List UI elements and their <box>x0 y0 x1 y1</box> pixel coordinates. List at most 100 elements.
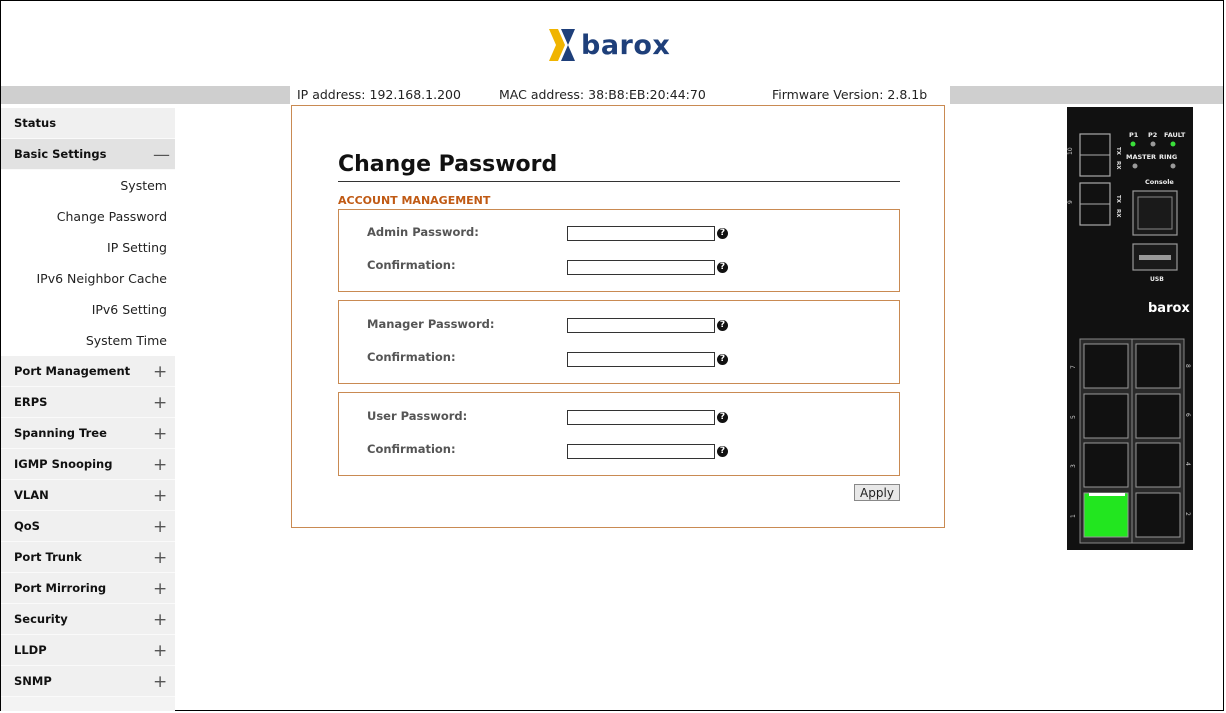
help-icon[interactable]: ? <box>717 446 728 457</box>
expand-icon[interactable]: + <box>153 393 167 413</box>
expand-icon[interactable]: + <box>153 424 167 444</box>
fault-label: FAULT <box>1164 131 1186 139</box>
rx-label: RX <box>1115 209 1121 218</box>
sidebar-item-qos[interactable]: QoS + <box>1 511 175 542</box>
sfp-top-label: 10 <box>1067 147 1074 155</box>
user-password-input[interactable] <box>567 410 715 425</box>
user-password-group: User Password: ? Confirmation: ? <box>338 392 900 476</box>
sidebar-subitem-label: IPv6 Setting <box>91 302 167 317</box>
console-label: Console <box>1145 178 1174 186</box>
barox-logo: barox <box>549 23 670 67</box>
tx-label: TX <box>1115 195 1121 204</box>
apply-button[interactable]: Apply <box>854 484 900 501</box>
sidebar-item-label: Port Trunk <box>14 550 82 564</box>
manager-password-group: Manager Password: ? Confirmation: ? <box>338 300 900 384</box>
sidebar-item-label: Status <box>14 116 57 130</box>
sidebar-subitem-label: Change Password <box>56 209 167 224</box>
sidebar-item-label: Port Mirroring <box>14 581 107 595</box>
port-label: 5 <box>1070 415 1077 419</box>
help-icon[interactable]: ? <box>717 320 728 331</box>
sidebar-item-snmp[interactable]: SNMP + <box>1 666 175 697</box>
help-icon[interactable]: ? <box>717 228 728 239</box>
brand-name: barox <box>581 29 671 61</box>
fault-led <box>1170 141 1176 147</box>
ring-led <box>1170 163 1176 169</box>
manager-password-input[interactable] <box>567 318 715 333</box>
ethernet-port <box>1083 393 1129 439</box>
switch-front-panel: 10 9 TX RX TX RX P1 P2 FAULT MASTER RING… <box>1067 131 1191 544</box>
sidebar-item-basic-settings[interactable]: Basic Settings — <box>1 139 175 170</box>
sidebar-subitem-ipv6-setting[interactable]: IPv6 Setting <box>1 294 175 325</box>
user-confirm-label: Confirmation: <box>367 442 456 456</box>
expand-icon[interactable]: + <box>153 455 167 475</box>
p2-led <box>1150 141 1156 147</box>
sidebar-item-security[interactable]: Security + <box>1 604 175 635</box>
ethernet-port <box>1083 442 1129 488</box>
ethernet-port <box>1135 393 1181 439</box>
user-password-label: User Password: <box>367 409 468 423</box>
sidebar-subitem-change-password[interactable]: Change Password <box>1 201 175 232</box>
master-label: MASTER <box>1126 153 1156 161</box>
mac-address: MAC address: 38:B8:EB:20:44:70 <box>499 87 706 102</box>
port-label: 4 <box>1184 462 1191 466</box>
rx-label: RX <box>1115 161 1121 170</box>
sidebar-subitem-ipv6-neighbor-cache[interactable]: IPv6 Neighbor Cache <box>1 263 175 294</box>
ethernet-port <box>1135 343 1181 389</box>
port-label: 1 <box>1070 514 1077 518</box>
help-icon[interactable]: ? <box>717 262 728 273</box>
sidebar-item-erps[interactable]: ERPS + <box>1 387 175 418</box>
ethernet-port <box>1135 442 1181 488</box>
expand-icon[interactable]: + <box>153 362 167 382</box>
sidebar-subitem-ip-setting[interactable]: IP Setting <box>1 232 175 263</box>
sidebar-item-label: SNMP <box>14 674 52 688</box>
expand-icon[interactable]: + <box>153 641 167 661</box>
expand-icon[interactable]: + <box>153 486 167 506</box>
sidebar-subitem-system[interactable]: System <box>1 170 175 201</box>
sidebar-item-igmp-snooping[interactable]: IGMP Snooping + <box>1 449 175 480</box>
sidebar-item-vlan[interactable]: VLAN + <box>1 480 175 511</box>
admin-confirm-input[interactable] <box>567 260 715 275</box>
manager-confirm-input[interactable] <box>567 352 715 367</box>
sidebar-item-port-management[interactable]: Port Management + <box>1 356 175 387</box>
p1-led <box>1130 141 1136 147</box>
sidebar-subitem-system-time[interactable]: System Time <box>1 325 175 356</box>
sidebar-item-label: Spanning Tree <box>14 426 107 440</box>
sidebar-item-port-mirroring[interactable]: Port Mirroring + <box>1 573 175 604</box>
ethernet-ports <box>1079 338 1185 544</box>
collapse-icon[interactable]: — <box>153 145 170 165</box>
master-led <box>1132 163 1138 169</box>
sidebar-item-label: Security <box>14 612 68 626</box>
port-label: 7 <box>1070 365 1077 369</box>
manager-confirm-label: Confirmation: <box>367 350 456 364</box>
ethernet-port <box>1083 343 1129 389</box>
admin-password-group: Admin Password: ? Confirmation: ? <box>338 209 900 292</box>
info-bar: IP address: 192.168.1.200 MAC address: 3… <box>1 86 1223 104</box>
port-label: 6 <box>1184 413 1191 417</box>
help-icon[interactable]: ? <box>717 354 728 365</box>
sidebar-subitem-label: System Time <box>85 333 167 348</box>
port-label: 2 <box>1184 512 1191 516</box>
expand-icon[interactable]: + <box>153 610 167 630</box>
user-confirm-input[interactable] <box>567 444 715 459</box>
expand-icon[interactable]: + <box>153 517 167 537</box>
sidebar-item-label: IGMP Snooping <box>14 457 113 471</box>
expand-icon[interactable]: + <box>153 672 167 692</box>
header: barox <box>1 1 1223 86</box>
help-icon[interactable]: ? <box>717 412 728 423</box>
sidebar-item-lldp[interactable]: LLDP + <box>1 635 175 666</box>
sidebar-item-port-trunk[interactable]: Port Trunk + <box>1 542 175 573</box>
expand-icon[interactable]: + <box>153 579 167 599</box>
port-label: 3 <box>1070 464 1077 468</box>
sidebar-item-status[interactable]: Status <box>1 108 175 139</box>
ethernet-port <box>1135 492 1181 538</box>
ip-address: IP address: 192.168.1.200 <box>297 87 461 102</box>
expand-icon[interactable]: + <box>153 548 167 568</box>
sidebar-item-label: QoS <box>14 519 40 533</box>
sfp-bottom-label: 9 <box>1067 200 1074 204</box>
ring-label: RING <box>1159 153 1177 161</box>
device-brand: barox <box>1148 301 1190 316</box>
p1-label: P1 <box>1129 131 1139 139</box>
barox-x-icon <box>549 29 575 61</box>
sidebar-item-spanning-tree[interactable]: Spanning Tree + <box>1 418 175 449</box>
admin-password-input[interactable] <box>567 226 715 241</box>
